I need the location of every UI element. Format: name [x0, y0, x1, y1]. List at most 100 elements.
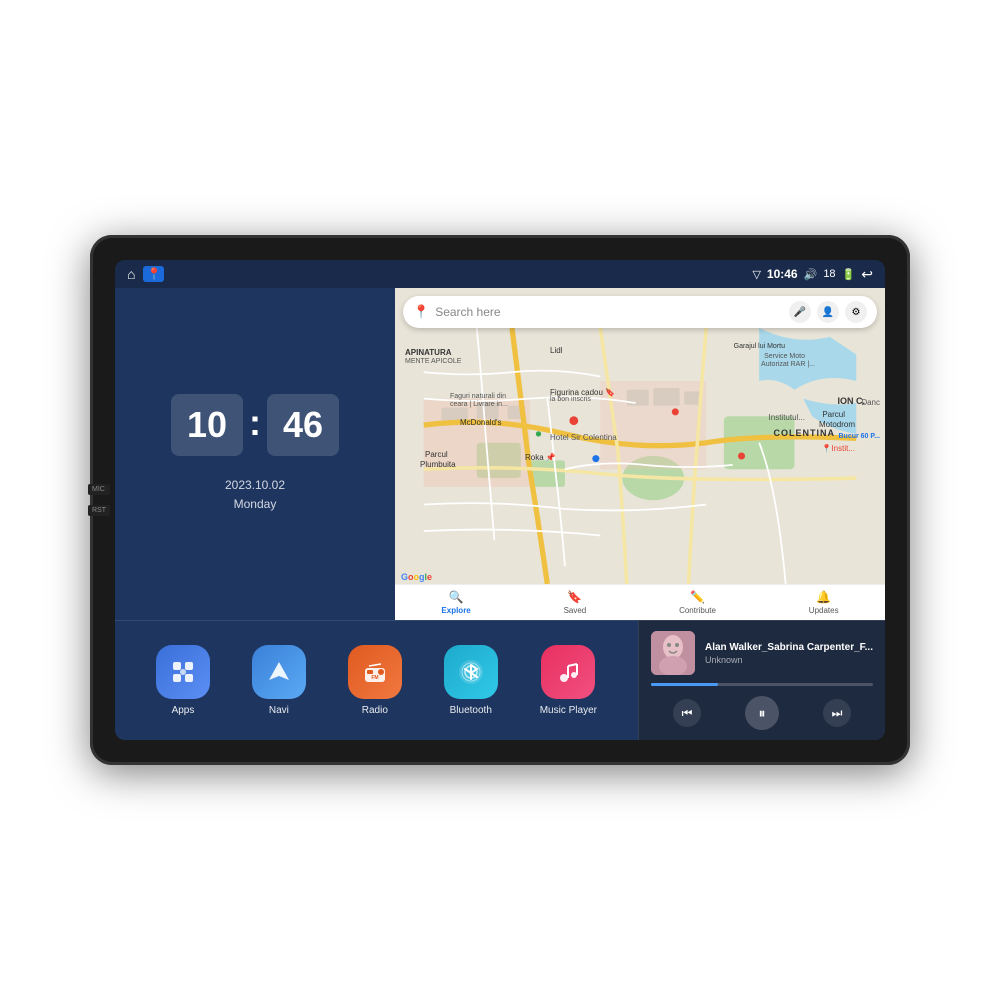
- map-label-roka: Roka 📌: [525, 453, 556, 462]
- play-pause-button[interactable]: ⏸: [745, 696, 779, 730]
- side-buttons: MIC RST: [88, 484, 110, 516]
- account-icon[interactable]: 👤: [817, 301, 839, 323]
- clock-minutes: 46: [267, 394, 339, 456]
- bottom-section: Apps Navi: [115, 620, 885, 740]
- map-label-plumbuita: Plumbuita: [420, 460, 456, 469]
- map-contribute-tab[interactable]: ✏️ Contribute: [679, 590, 716, 615]
- map-label-parcul: Parcul: [425, 450, 448, 459]
- clock-colon: :: [249, 402, 261, 444]
- app-item-bluetooth[interactable]: Bluetooth: [444, 645, 498, 716]
- music-title: Alan Walker_Sabrina Carpenter_F...: [705, 642, 873, 653]
- mic-label: MIC: [88, 484, 110, 495]
- map-label-mente: MENTE APICOLE: [405, 358, 461, 365]
- map-pin-inst: 📍Instit...: [821, 444, 855, 453]
- map-label-motodrom: Motodrom: [819, 420, 855, 429]
- home-icon[interactable]: ⌂: [127, 266, 135, 282]
- map-label-apinatura: APINATURA: [405, 348, 452, 357]
- navi-label: Navi: [269, 705, 289, 716]
- radio-label: Radio: [362, 705, 388, 716]
- next-button[interactable]: ⏭: [823, 699, 851, 727]
- map-label-rar: Autorizat RAR |...: [761, 361, 815, 368]
- music-progress-bar[interactable]: [651, 683, 873, 686]
- prev-button[interactable]: ⏮: [673, 699, 701, 727]
- map-label-bucu: Bucur 60 P...: [838, 433, 880, 440]
- music-player-widget: Alan Walker_Sabrina Carpenter_F... Unkno…: [638, 620, 885, 740]
- app-item-navi[interactable]: Navi: [252, 645, 306, 716]
- google-maps-icon: 📍: [413, 304, 429, 320]
- wifi-icon: ▽: [752, 268, 760, 281]
- map-background: 📍 Search here 🎤 👤 ⚙: [395, 288, 885, 620]
- main-screen: ⌂ 📍 ▽ 10:46 🔊 18 🔋 ↩ 10 : 46: [115, 260, 885, 740]
- contribute-icon: ✏️: [690, 590, 705, 604]
- saved-icon: 🔖: [567, 590, 582, 604]
- updates-icon: 🔔: [816, 590, 831, 604]
- main-content: 10 : 46 2023.10.02 Monday 📍 Search here: [115, 288, 885, 620]
- map-bottom-bar: 🔍 Explore 🔖 Saved ✏️ Contribute 🔔: [395, 584, 885, 620]
- radio-icon: FM: [348, 645, 402, 699]
- map-label-colentina: COLENTINA: [774, 428, 836, 438]
- map-label-faguri: Faguri naturali din: [450, 393, 506, 400]
- status-right-info: ▽ 10:46 🔊 18 🔋 ↩: [752, 266, 873, 283]
- map-label-ceara: ceara | Livrare in...: [450, 401, 508, 408]
- map-updates-tab[interactable]: 🔔 Updates: [809, 590, 839, 615]
- map-saved-tab[interactable]: 🔖 Saved: [564, 590, 587, 615]
- map-label-mcdonalds: McDonald's: [460, 418, 502, 427]
- car-head-unit: MIC RST ⌂ 📍 ▽ 10:46 🔊 18 🔋 ↩: [90, 235, 910, 765]
- map-label-danc: Danc: [861, 398, 880, 407]
- app-item-music[interactable]: Music Player: [540, 645, 597, 716]
- map-panel[interactable]: 📍 Search here 🎤 👤 ⚙: [395, 288, 885, 620]
- explore-label: Explore: [441, 606, 470, 615]
- map-label-institutului: Institutul...: [769, 413, 805, 422]
- map-label-hotel: Hotel Sir Colentina: [550, 433, 617, 442]
- clock-widget: 10 : 46: [171, 394, 339, 456]
- battery-value: 18: [823, 268, 835, 280]
- app-item-apps[interactable]: Apps: [156, 645, 210, 716]
- music-progress-fill: [651, 683, 718, 686]
- map-search-actions: 🎤 👤 ⚙: [789, 301, 867, 323]
- music-album-art: [651, 631, 695, 675]
- music-player-icon: [541, 645, 595, 699]
- status-time: 10:46: [767, 267, 798, 281]
- music-top: Alan Walker_Sabrina Carpenter_F... Unkno…: [651, 631, 873, 675]
- map-search-bar[interactable]: 📍 Search here 🎤 👤 ⚙: [403, 296, 877, 328]
- music-info: Alan Walker_Sabrina Carpenter_F... Unkno…: [705, 642, 873, 665]
- clock-hours: 10: [171, 394, 243, 456]
- explore-icon: 🔍: [449, 590, 464, 604]
- map-label-service: Service Moto: [764, 353, 805, 360]
- status-bar: ⌂ 📍 ▽ 10:46 🔊 18 🔋 ↩: [115, 260, 885, 288]
- date-line1: 2023.10.02: [225, 476, 285, 495]
- status-left-icons: ⌂ 📍: [127, 266, 164, 282]
- back-icon[interactable]: ↩: [861, 266, 873, 283]
- map-search-placeholder: Search here: [435, 305, 783, 319]
- updates-label: Updates: [809, 606, 839, 615]
- maps-icon[interactable]: 📍: [143, 266, 164, 282]
- map-label-figurina2: la bon inscris: [550, 396, 591, 403]
- bluetooth-icon: [444, 645, 498, 699]
- rst-label: RST: [88, 505, 110, 516]
- svg-text:FM: FM: [371, 675, 378, 681]
- music-artist: Unknown: [705, 655, 873, 665]
- apps-label: Apps: [172, 705, 195, 716]
- album-art-image: [651, 631, 695, 675]
- navi-icon: [252, 645, 306, 699]
- date-line2: Monday: [225, 495, 285, 514]
- left-panel: 10 : 46 2023.10.02 Monday: [115, 288, 395, 620]
- google-logo: Google: [401, 572, 432, 582]
- app-launcher: Apps Navi: [115, 620, 638, 740]
- map-label-lidl: Lidl: [550, 346, 562, 355]
- apps-icon: [156, 645, 210, 699]
- map-label-garaj: Garajul lui Mortu: [734, 343, 785, 350]
- date-widget: 2023.10.02 Monday: [225, 476, 285, 514]
- bluetooth-label: Bluetooth: [450, 705, 492, 716]
- more-options-icon[interactable]: ⚙: [845, 301, 867, 323]
- contribute-label: Contribute: [679, 606, 716, 615]
- music-player-label: Music Player: [540, 705, 597, 716]
- volume-icon: 🔊: [804, 268, 818, 281]
- saved-label: Saved: [564, 606, 587, 615]
- map-explore-tab[interactable]: 🔍 Explore: [441, 590, 470, 615]
- app-item-radio[interactable]: FM Radio: [348, 645, 402, 716]
- battery-icon: 🔋: [842, 268, 856, 281]
- voice-search-icon[interactable]: 🎤: [789, 301, 811, 323]
- map-label-parcul-mot: Parcul: [822, 410, 845, 419]
- music-controls: ⏮ ⏸ ⏭: [651, 696, 873, 730]
